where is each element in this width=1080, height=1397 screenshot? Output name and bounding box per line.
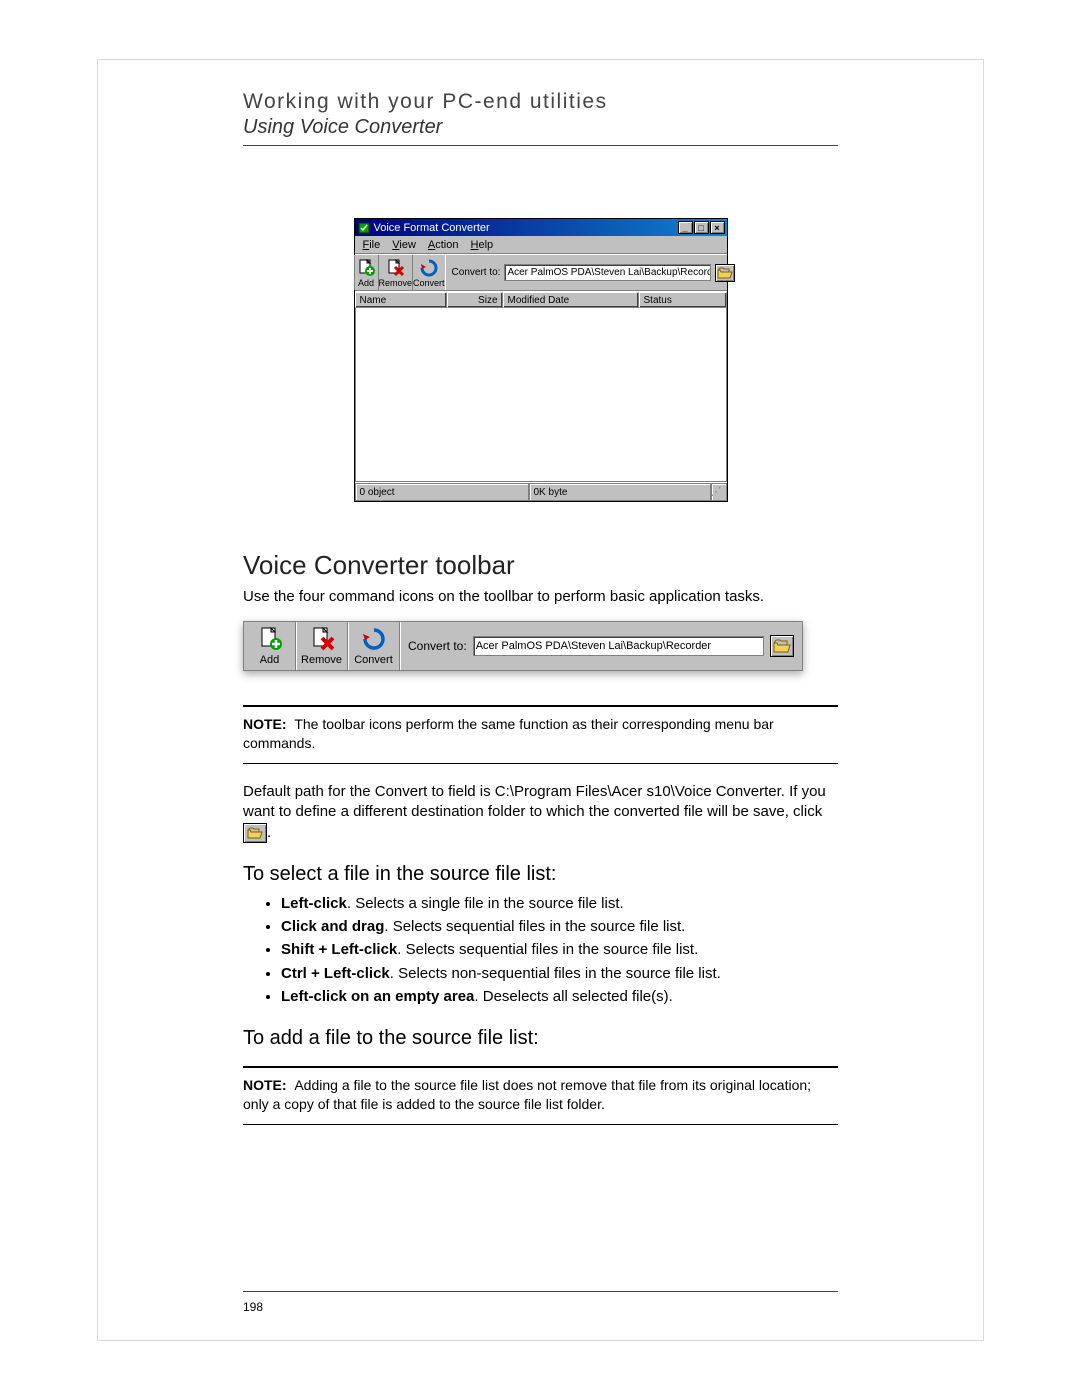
- list-item-bold: Ctrl + Left-click: [281, 965, 390, 982]
- remove-label: Remove: [379, 279, 413, 288]
- resize-grip[interactable]: ⋰: [711, 483, 727, 501]
- inline-browse-button[interactable]: [243, 823, 267, 843]
- note-2-text: Adding a file to the source file list do…: [243, 1077, 811, 1112]
- remove-label-wide: Remove: [301, 654, 342, 666]
- convert-to-path-field[interactable]: Acer PalmOS PDA\Steven Lai\Backup\Record…: [504, 264, 710, 281]
- convert-button[interactable]: Convert: [413, 255, 446, 290]
- convert-to-label-wide: Convert to:: [408, 639, 467, 653]
- minimize-button[interactable]: _: [678, 221, 693, 234]
- list-item: Left-click. Selects a single file in the…: [281, 894, 838, 914]
- app-icon: [358, 221, 371, 234]
- close-button[interactable]: ×: [710, 221, 725, 234]
- list-item-bold: Left-click: [281, 895, 347, 912]
- col-status[interactable]: Status: [639, 292, 727, 308]
- window-title: Voice Format Converter: [374, 222, 677, 234]
- menu-help[interactable]: Help: [465, 239, 500, 251]
- note-rule-top-1: [243, 705, 838, 707]
- note-2-label: NOTE:: [243, 1077, 287, 1093]
- document-x-icon: [384, 258, 407, 278]
- add-label-wide: Add: [260, 654, 280, 666]
- folder-open-icon: [717, 266, 733, 280]
- browse-button[interactable]: [715, 264, 735, 282]
- grip-icon: ⋰: [711, 487, 722, 498]
- toolbar-small: Add Remove Convert Convert to: Acer: [355, 254, 727, 291]
- convert-button-wide[interactable]: Convert: [348, 622, 400, 670]
- default-path-text: Default path for the Convert to field is…: [243, 783, 826, 820]
- menu-action[interactable]: Action: [422, 239, 465, 251]
- document-plus-icon: [355, 258, 378, 278]
- add-button[interactable]: Add: [355, 255, 379, 290]
- convert-icon: [417, 258, 440, 278]
- list-item: Click and drag. Selects sequential files…: [281, 917, 838, 937]
- convert-label: Convert: [413, 279, 445, 288]
- heading-select-file: To select a file in the source file list…: [243, 863, 838, 886]
- note-rule-bottom-1: [243, 763, 838, 764]
- select-file-list: Left-click. Selects a single file in the…: [243, 894, 838, 1007]
- titlebar: Voice Format Converter _ □ ×: [355, 219, 727, 236]
- note-rule-top-2: [243, 1066, 838, 1068]
- statusbar: 0 object 0K byte ⋰: [355, 482, 727, 501]
- list-item-text: . Selects sequential files in the source…: [384, 918, 685, 935]
- col-modified[interactable]: Modified Date: [503, 292, 639, 308]
- convert-to-path-field-wide[interactable]: Acer PalmOS PDA\Steven Lai\Backup\Record…: [473, 636, 764, 656]
- add-label: Add: [358, 279, 374, 288]
- status-byte-count: 0K byte: [529, 483, 711, 501]
- document-plus-icon: [255, 626, 285, 652]
- voice-converter-window: Voice Format Converter _ □ × File View A…: [354, 218, 728, 502]
- default-path-paragraph: Default path for the Convert to field is…: [243, 782, 838, 843]
- page-number: 198: [243, 1300, 263, 1314]
- toolbar-screenshot: Add Remove Convert Convert to: Acer Palm…: [243, 621, 803, 671]
- maximize-button[interactable]: □: [694, 221, 709, 234]
- add-button-wide[interactable]: Add: [244, 622, 296, 670]
- note-2: NOTE: Adding a file to the source file l…: [243, 1076, 838, 1114]
- list-item-bold: Click and drag: [281, 918, 384, 935]
- section-intro: Use the four command icons on the toollb…: [243, 587, 838, 607]
- convert-to-label: Convert to:: [452, 267, 501, 278]
- header-rule: [243, 145, 838, 146]
- list-item: Shift + Left-click. Selects sequential f…: [281, 940, 838, 960]
- folder-open-icon: [247, 826, 263, 840]
- menu-view[interactable]: View: [386, 239, 422, 251]
- remove-button-wide[interactable]: Remove: [296, 622, 348, 670]
- remove-button[interactable]: Remove: [379, 255, 414, 290]
- status-object-count: 0 object: [355, 483, 529, 501]
- list-item-text: . Selects non-sequential files in the so…: [390, 965, 721, 982]
- menubar: File View Action Help: [355, 236, 727, 254]
- list-item: Ctrl + Left-click. Selects non-sequentia…: [281, 964, 838, 984]
- list-item-bold: Left-click on an empty area: [281, 988, 474, 1005]
- convert-label-wide: Convert: [354, 654, 393, 666]
- file-list[interactable]: [355, 308, 727, 482]
- page: Working with your PC-end utilities Using…: [98, 60, 983, 1340]
- note-1: NOTE: The toolbar icons perform the same…: [243, 715, 838, 753]
- section-heading: Voice Converter toolbar: [243, 550, 838, 581]
- list-item-text: . Selects sequential files in the source…: [397, 941, 698, 958]
- heading-add-file: To add a file to the source file list:: [243, 1027, 838, 1050]
- list-item-text: . Selects a single file in the source fi…: [347, 895, 624, 912]
- list-item-text: . Deselects all selected file(s).: [474, 988, 672, 1005]
- list-item-bold: Shift + Left-click: [281, 941, 397, 958]
- default-path-post: .: [267, 824, 271, 841]
- chapter-title: Working with your PC-end utilities: [243, 90, 838, 114]
- col-name[interactable]: Name: [355, 292, 447, 308]
- col-size[interactable]: Size: [447, 292, 503, 308]
- section-subtitle: Using Voice Converter: [243, 116, 838, 139]
- convert-icon: [359, 626, 389, 652]
- note-1-text: The toolbar icons perform the same funct…: [243, 716, 774, 751]
- footer-rule: [243, 1291, 838, 1292]
- browse-button-wide[interactable]: [770, 635, 794, 657]
- menu-file[interactable]: File: [357, 239, 387, 251]
- column-headers: Name Size Modified Date Status: [355, 291, 727, 308]
- document-x-icon: [307, 626, 337, 652]
- list-item: Left-click on an empty area. Deselects a…: [281, 987, 838, 1007]
- note-1-label: NOTE:: [243, 716, 287, 732]
- folder-open-icon: [773, 638, 791, 654]
- note-rule-bottom-2: [243, 1124, 838, 1125]
